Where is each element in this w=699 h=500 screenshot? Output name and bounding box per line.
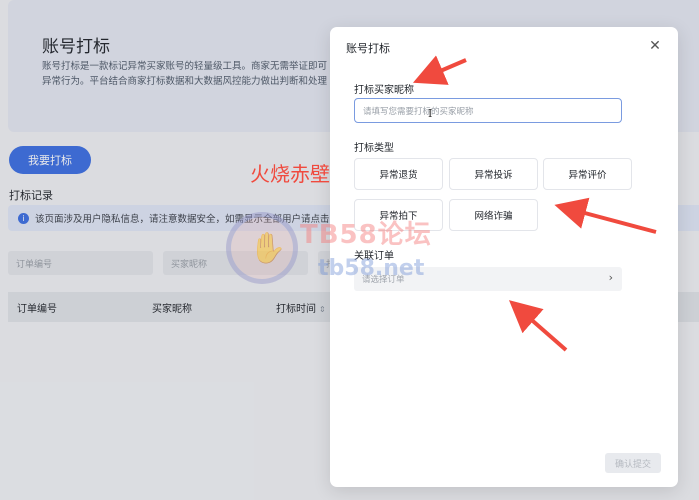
nickname-label: 打标买家昵称 [354, 85, 414, 96]
nickname-input[interactable]: 请填写您需要打标的买家昵称 [354, 98, 622, 123]
type-option-abnormal-return[interactable]: 异常退货 [354, 158, 443, 190]
submit-button[interactable]: 确认提交 [605, 453, 661, 473]
watermark-site-text: tb58.net [318, 256, 425, 281]
modal-title: 账号打标 [346, 42, 390, 55]
watermark-forum-text: TB58论坛 [300, 220, 432, 250]
text-cursor-icon: I [428, 107, 433, 120]
watermark-logo: ✋ [226, 212, 298, 284]
type-label: 打标类型 [354, 143, 394, 154]
hand-icon: ✋ [249, 231, 287, 266]
chevron-right-icon: › [608, 271, 613, 284]
type-option-online-fraud[interactable]: 网络诈骗 [449, 199, 538, 231]
type-option-abnormal-complaint[interactable]: 异常投诉 [449, 158, 538, 190]
type-option-abnormal-review[interactable]: 异常评价 [543, 158, 632, 190]
red-annotation-text: 火烧赤壁 [250, 162, 330, 186]
close-icon[interactable]: ✕ [646, 37, 664, 55]
nickname-placeholder: 请填写您需要打标的买家昵称 [363, 106, 474, 117]
